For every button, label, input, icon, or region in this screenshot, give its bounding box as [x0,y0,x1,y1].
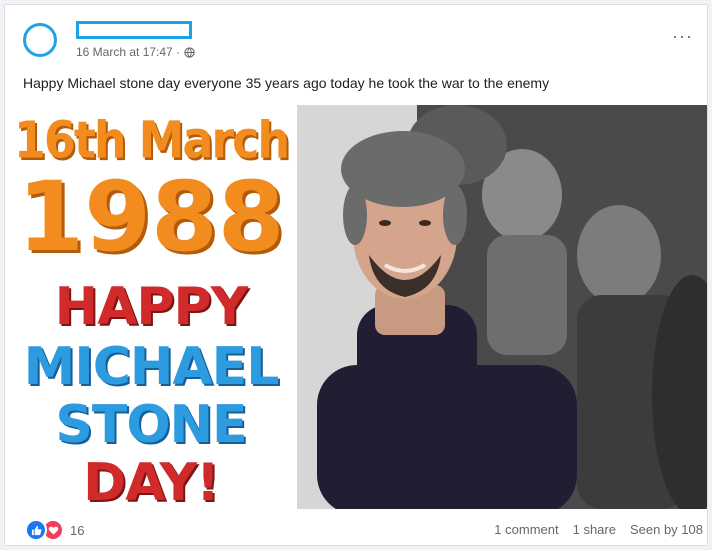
avatar[interactable] [23,23,57,57]
post-meta: 16 March at 17:47 · [76,45,195,59]
banner-year: 1988 [17,161,285,273]
like-icon [25,519,47,541]
seen-by-link[interactable]: Seen by 108 [630,522,703,537]
reaction-count: 16 [70,522,85,538]
banner-line-day: DAY! [83,453,220,509]
banner-line-michael: MICHAEL [23,337,280,397]
post-timestamp[interactable]: 16 March at 17:47 · [76,45,180,59]
facebook-post: 16 March at 17:47 · ··· Happy Michael st… [4,4,708,546]
post-stats: 1 comment 1 share Seen by 108 [494,522,703,537]
crowd-figure [577,205,661,305]
post-footer: 16 1 comment 1 share Seen by 108 [5,509,707,545]
comments-link[interactable]: 1 comment [494,522,558,537]
author-name-redacted[interactable] [76,21,192,39]
globe-icon [184,46,195,58]
banner-line-happy: HAPPY [54,277,249,337]
banner-line-stone: STONE [55,395,247,455]
post-caption: Happy Michael stone day everyone 35 year… [23,75,550,91]
more-options-button[interactable]: ··· [672,27,693,45]
reactions-summary[interactable]: 16 [25,519,84,541]
photo-illustration [297,105,707,509]
photo-panel [297,105,707,509]
shares-link[interactable]: 1 share [573,522,616,537]
banner-text-panel: 16th March 1988 HAPPY MICHAEL STONE DAY! [5,105,297,509]
post-image[interactable]: 16th March 1988 HAPPY MICHAEL STONE DAY! [5,105,707,509]
